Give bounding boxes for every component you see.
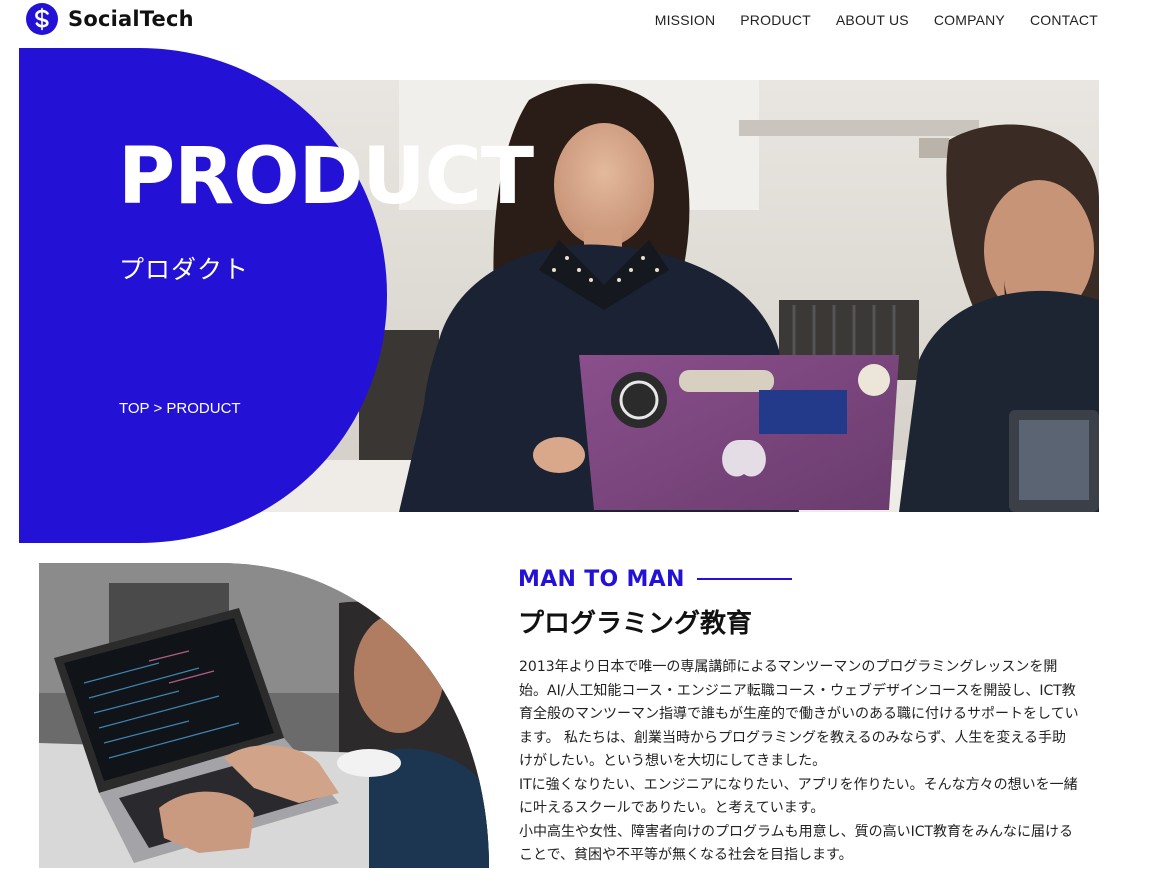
breadcrumb-current: PRODUCT bbox=[166, 400, 241, 417]
section-photo bbox=[39, 563, 489, 868]
section-title: プログラミング教育 bbox=[518, 609, 753, 639]
hands-typing-on-laptop-photo bbox=[39, 563, 489, 868]
nav-item-contact[interactable]: CONTACT bbox=[1030, 12, 1098, 28]
breadcrumb: TOP > PRODUCT bbox=[119, 400, 241, 417]
section-kicker: MAN TO MAN bbox=[518, 567, 685, 592]
logo[interactable]: SocialTech bbox=[26, 3, 194, 35]
page: SocialTech MISSION PRODUCT ABOUT US COMP… bbox=[0, 0, 1150, 882]
hero-subtitle: プロダクト bbox=[119, 255, 250, 284]
nav-item-mission[interactable]: MISSION bbox=[655, 12, 716, 28]
section-paragraph: 小中高生や女性、障害者向けのプログラムも用意し、質の高いICT教育をみんなに届け… bbox=[519, 823, 1074, 864]
social-tech-logo-icon bbox=[26, 3, 58, 35]
site-header: SocialTech MISSION PRODUCT ABOUT US COMP… bbox=[0, 0, 1150, 40]
logo-text: SocialTech bbox=[68, 7, 194, 31]
nav-item-product[interactable]: PRODUCT bbox=[740, 12, 811, 28]
hero-title: PRODUCT bbox=[118, 132, 534, 222]
nav-item-company[interactable]: COMPANY bbox=[934, 12, 1005, 28]
section-paragraph: ITに強くなりたい、エンジニアになりたい、アプリを作りたい。そんな方々の想いを一… bbox=[519, 776, 1078, 817]
section-kicker-line bbox=[697, 578, 792, 580]
breadcrumb-home[interactable]: TOP bbox=[119, 400, 149, 417]
section-body: 2013年より日本で唯一の専属講師によるマンツーマンのプログラミングレッスンを開… bbox=[519, 656, 1079, 868]
hero-blue-shape bbox=[19, 48, 387, 543]
breadcrumb-separator: > bbox=[153, 400, 163, 417]
main-nav: MISSION PRODUCT ABOUT US COMPANY CONTACT bbox=[655, 12, 1098, 28]
section-paragraph: 2013年より日本で唯一の専属講師によるマンツーマンのプログラミングレッスンを開… bbox=[519, 659, 1079, 769]
nav-item-about-us[interactable]: ABOUT US bbox=[836, 12, 909, 28]
